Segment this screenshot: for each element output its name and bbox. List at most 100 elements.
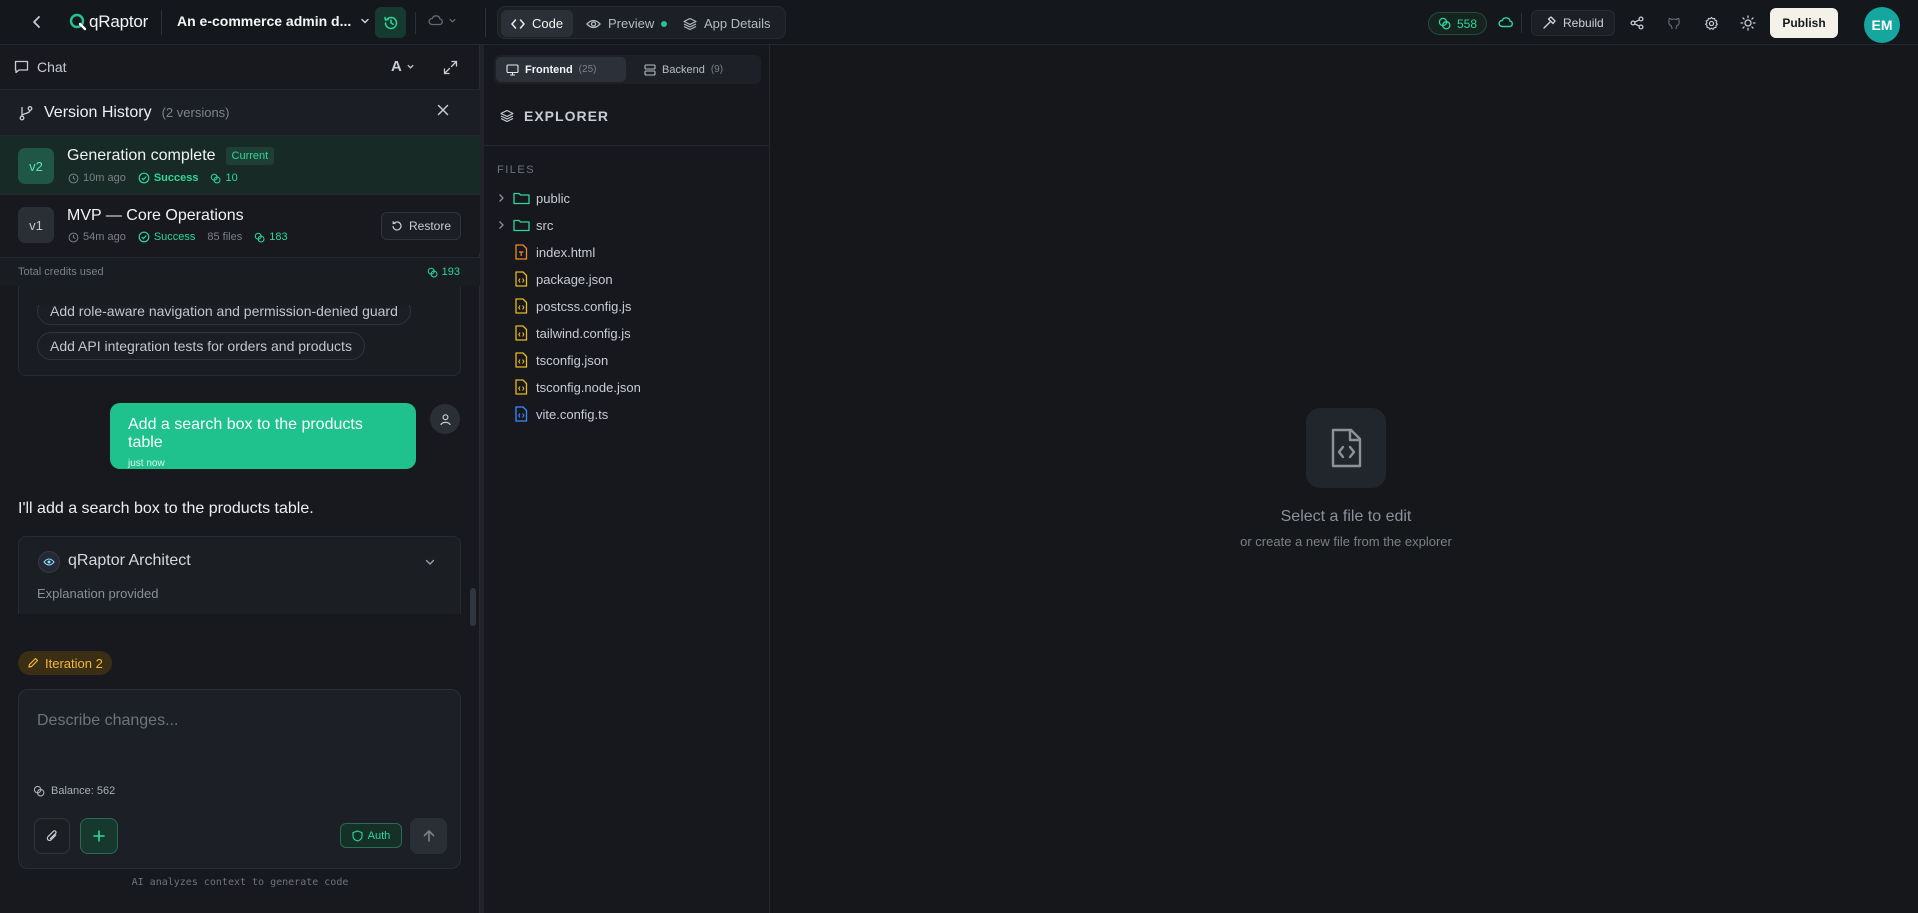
maximize-icon: [443, 60, 457, 74]
file-item[interactable]: tsconfig.node.json: [495, 376, 641, 398]
close-version-history-button[interactable]: [436, 103, 450, 117]
auth-button[interactable]: Auth: [340, 823, 402, 848]
gear-icon: [1704, 16, 1718, 30]
file-item[interactable]: tsconfig.json: [495, 349, 608, 371]
architect-subtitle: Explanation provided: [37, 586, 159, 601]
publish-button[interactable]: Publish: [1770, 8, 1838, 38]
html-file-icon: [515, 244, 528, 260]
divider: [161, 10, 162, 35]
chevron-down-icon: [449, 18, 456, 23]
user-message-avatar: [430, 404, 460, 434]
divider: [1521, 13, 1522, 33]
version-badge: v1: [18, 207, 54, 243]
cloud-sync-button[interactable]: [428, 14, 457, 26]
hammer-icon: [1543, 16, 1556, 29]
view-mode-switcher: Code Preview App Details: [497, 6, 786, 39]
restore-button[interactable]: Restore: [381, 212, 461, 240]
assistant-message: I'll add a search box to the products ta…: [18, 500, 314, 517]
add-button[interactable]: [80, 818, 118, 854]
font-size-toggle[interactable]: A: [391, 58, 415, 75]
project-title[interactable]: An e-commerce admin d...: [177, 13, 351, 29]
chat-scrollbar[interactable]: [470, 588, 476, 626]
ts-file-icon: [515, 406, 528, 422]
tab-preview[interactable]: Preview: [576, 10, 677, 37]
file-item[interactable]: postcss.config.js: [495, 295, 631, 317]
describe-changes-input[interactable]: [37, 709, 437, 733]
suggestion-chip[interactable]: Add API integration tests for orders and…: [37, 332, 365, 360]
total-credits-row: Total credits used 193: [0, 257, 480, 286]
share-button[interactable]: [1627, 13, 1647, 33]
folder-item[interactable]: public: [495, 187, 570, 209]
folder-item[interactable]: src: [495, 214, 553, 236]
version-status-text: Success: [153, 172, 199, 184]
file-name: public: [536, 190, 570, 206]
share-icon: [1630, 16, 1644, 30]
chat-header-label: Chat: [37, 59, 67, 75]
plus-icon: [93, 830, 105, 842]
version-meta: 10m ago Success 10: [68, 172, 238, 184]
chat-bubble-icon: [14, 60, 29, 74]
history-button[interactable]: [375, 7, 406, 38]
tab-frontend[interactable]: Frontend (25): [496, 57, 626, 82]
file-item[interactable]: tailwind.config.js: [495, 322, 631, 344]
version-time-text: 54m ago: [83, 231, 126, 243]
tab-code[interactable]: Code: [501, 10, 574, 37]
file-code-icon: [1306, 408, 1386, 488]
version-files: 85 files: [207, 231, 243, 243]
check-circle-icon: [138, 172, 150, 184]
rebuild-button[interactable]: Rebuild: [1531, 10, 1615, 36]
user-message-bubble: Add a search box to the products table j…: [110, 403, 416, 469]
logo-text: qRaptor: [89, 12, 149, 31]
divider: [485, 8, 486, 37]
clock-icon: [68, 232, 79, 242]
file-name: postcss.config.js: [536, 298, 632, 314]
file-name: index.html: [536, 244, 596, 260]
architect-card[interactable]: [18, 536, 461, 614]
file-item[interactable]: index.html: [495, 241, 595, 263]
credits-balance-pill[interactable]: 558: [1428, 12, 1488, 35]
tab-backend-count: (9): [710, 64, 724, 75]
version-status-text: Success: [153, 231, 196, 243]
coins-icon: [255, 232, 265, 242]
version-time-text: 10m ago: [83, 172, 126, 184]
back-button[interactable]: [26, 11, 48, 33]
explorer-tabs: Frontend (25) Backend (9): [494, 55, 761, 84]
version-time: 10m ago: [68, 172, 126, 184]
layers-icon: [683, 17, 697, 30]
current-tag: Current: [225, 147, 275, 165]
chevron-down-icon[interactable]: [424, 556, 436, 568]
chevron-right-icon: [499, 194, 504, 202]
file-item[interactable]: vite.config.ts: [495, 403, 608, 425]
undo-icon: [392, 221, 402, 231]
send-button[interactable]: [410, 818, 447, 854]
pencil-icon: [28, 657, 39, 668]
composer-footer-note: AI analyzes context to generate code: [131, 877, 349, 888]
suggestions-card: [18, 286, 461, 376]
settings-button[interactable]: [1701, 13, 1721, 33]
user-avatar[interactable]: EM: [1864, 7, 1900, 43]
tab-preview-label: Preview: [608, 16, 655, 31]
coins-icon: [427, 267, 438, 277]
version-credits-text: 183: [269, 231, 288, 243]
eye-icon: [586, 19, 601, 28]
chevron-down-icon[interactable]: [360, 16, 370, 26]
json-file-icon: [515, 379, 528, 395]
attach-button[interactable]: [34, 818, 70, 854]
version-status: Success: [138, 172, 199, 184]
expand-button[interactable]: [440, 58, 460, 76]
file-item[interactable]: package.json: [495, 268, 613, 290]
file-name: vite.config.ts: [536, 406, 609, 422]
folder-icon: [513, 192, 530, 205]
version-name-text: MVP — Core Operations: [67, 207, 244, 224]
files-section-label: FILES: [497, 164, 536, 176]
tab-app-details[interactable]: App Details: [673, 10, 780, 37]
tab-code-label: Code: [532, 16, 564, 31]
github-button[interactable]: [1664, 13, 1684, 33]
user-message-text: Add a search box to the products table: [128, 416, 363, 451]
layers-icon: [500, 109, 514, 123]
cloud-icon: [428, 15, 443, 26]
tab-backend[interactable]: Backend (9): [634, 57, 754, 82]
theme-toggle-button[interactable]: [1738, 13, 1758, 33]
app-logo[interactable]: qRaptor: [69, 11, 148, 33]
sun-icon: [1740, 15, 1756, 31]
